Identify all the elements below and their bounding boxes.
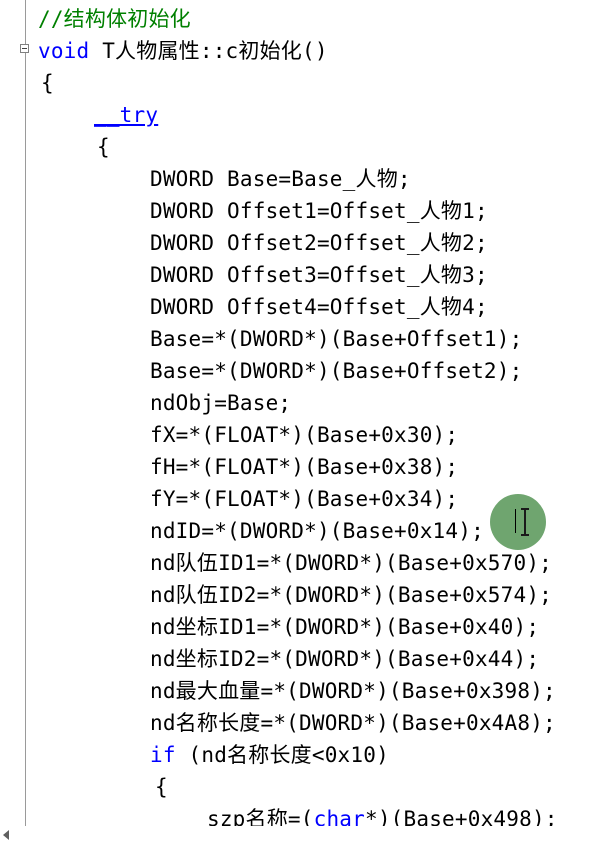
code-line[interactable]: nd队伍ID2=*(DWORD*)(Base+0x574);: [150, 581, 552, 609]
code-line[interactable]: DWORD Offset3=Offset_人物3;: [150, 261, 488, 289]
code-comment: //结构体初始化: [38, 7, 191, 31]
code-text: nd名称长度=*(DWORD*)(Base+0x4A8);: [150, 711, 556, 735]
code-text: (nd名称长度<0x10): [175, 743, 389, 767]
code-text: DWORD Offset4=Offset_人物4;: [150, 295, 488, 319]
code-text: DWORD Base=Base_人物;: [150, 167, 411, 191]
code-text: fH=*(FLOAT*)(Base+0x38);: [150, 455, 459, 479]
code-line[interactable]: fX=*(FLOAT*)(Base+0x30);: [150, 421, 458, 449]
scroll-left-arrow-icon[interactable]: [3, 830, 9, 840]
code-text: nd坐标ID1=*(DWORD*)(Base+0x40);: [150, 615, 540, 639]
code-keyword: void: [38, 39, 90, 63]
code-text: nd最大血量=*(DWORD*)(Base+0x398);: [150, 679, 556, 703]
code-line[interactable]: nd坐标ID1=*(DWORD*)(Base+0x40);: [150, 613, 539, 641]
code-line[interactable]: {: [155, 773, 168, 801]
code-line[interactable]: DWORD Offset4=Offset_人物4;: [150, 293, 488, 321]
code-line[interactable]: if (nd名称长度<0x10): [150, 741, 389, 769]
code-text: nd队伍ID1=*(DWORD*)(Base+0x570);: [150, 551, 553, 575]
code-text: Base=*(DWORD*)(Base+Offset2);: [150, 359, 523, 383]
code-line[interactable]: {: [97, 133, 110, 161]
code-text: DWORD Offset3=Offset_人物3;: [150, 263, 488, 287]
code-text: nd队伍ID2=*(DWORD*)(Base+0x574);: [150, 583, 553, 607]
fold-gutter-line: [25, 0, 26, 848]
code-text: {: [41, 71, 54, 95]
horizontal-scrollbar[interactable]: [0, 826, 614, 848]
code-line[interactable]: nd队伍ID1=*(DWORD*)(Base+0x570);: [150, 549, 552, 577]
code-line[interactable]: nd最大血量=*(DWORD*)(Base+0x398);: [150, 677, 556, 705]
code-text: {: [155, 775, 168, 799]
code-line[interactable]: nd名称长度=*(DWORD*)(Base+0x4A8);: [150, 709, 556, 737]
code-line[interactable]: ndObj=Base;: [150, 389, 291, 417]
ibeam-cursor-icon: [521, 508, 529, 536]
code-text: {: [97, 135, 110, 159]
code-line[interactable]: fY=*(FLOAT*)(Base+0x34);: [150, 485, 458, 513]
code-text: T人物属性::c初始化(): [89, 39, 328, 63]
mouse-highlight-circle: [490, 494, 546, 550]
code-line[interactable]: //结构体初始化: [38, 5, 191, 33]
code-text: fY=*(FLOAT*)(Base+0x34);: [150, 487, 459, 511]
code-line[interactable]: __try: [94, 101, 158, 129]
code-keyword: __try: [94, 103, 159, 127]
code-keyword: if: [150, 743, 176, 767]
code-line[interactable]: DWORD Base=Base_人物;: [150, 165, 411, 193]
code-text: ndObj=Base;: [150, 391, 292, 415]
text-caret: [515, 509, 516, 533]
code-line[interactable]: Base=*(DWORD*)(Base+Offset1);: [150, 325, 522, 353]
code-line[interactable]: ndID=*(DWORD*)(Base+0x14);: [150, 517, 484, 545]
fold-minus-icon[interactable]: [20, 44, 29, 53]
code-line[interactable]: Base=*(DWORD*)(Base+Offset2);: [150, 357, 522, 385]
code-editor[interactable]: //结构体初始化 void T人物属性::c初始化(){__try{DWORD B…: [0, 0, 614, 848]
code-text: Base=*(DWORD*)(Base+Offset1);: [150, 327, 523, 351]
code-text: ndID=*(DWORD*)(Base+0x14);: [150, 519, 484, 543]
code-text: DWORD Offset2=Offset_人物2;: [150, 231, 488, 255]
code-line[interactable]: {: [41, 69, 54, 97]
code-text: nd坐标ID2=*(DWORD*)(Base+0x44);: [150, 647, 540, 671]
code-line[interactable]: DWORD Offset2=Offset_人物2;: [150, 229, 488, 257]
code-text: DWORD Offset1=Offset_人物1;: [150, 199, 488, 223]
code-line[interactable]: fH=*(FLOAT*)(Base+0x38);: [150, 453, 458, 481]
code-line[interactable]: DWORD Offset1=Offset_人物1;: [150, 197, 488, 225]
code-line[interactable]: nd坐标ID2=*(DWORD*)(Base+0x44);: [150, 645, 539, 673]
code-line[interactable]: void T人物属性::c初始化(): [38, 37, 328, 65]
code-text: fX=*(FLOAT*)(Base+0x30);: [150, 423, 459, 447]
